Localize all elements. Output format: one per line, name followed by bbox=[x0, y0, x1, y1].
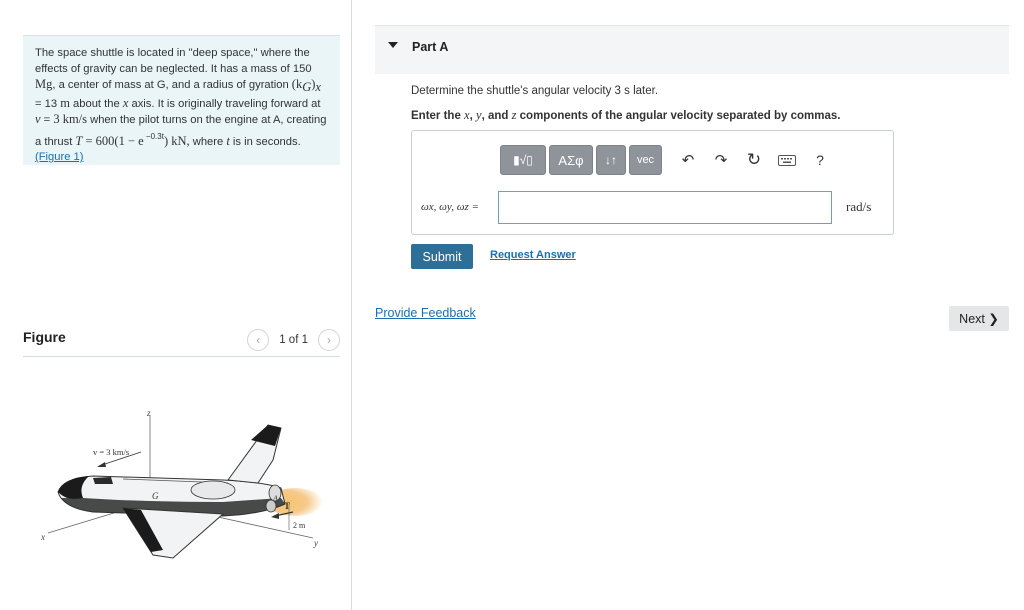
prev-figure-button[interactable]: ‹ bbox=[247, 329, 270, 351]
g-label: G bbox=[152, 491, 159, 501]
template-button[interactable]: ▮√▯ bbox=[500, 145, 546, 175]
reset-icon[interactable]: ↻ bbox=[739, 145, 769, 175]
part-a-header[interactable]: Part A bbox=[375, 25, 1009, 74]
redo-icon[interactable]: ↷ bbox=[706, 145, 736, 175]
question-text: Determine the shuttle's angular velocity… bbox=[411, 85, 659, 97]
figure-image: z x y v = 3 km/s G A T 2 m bbox=[23, 380, 340, 580]
chevron-left-icon: ‹ bbox=[256, 333, 261, 347]
a-label: A bbox=[272, 494, 278, 503]
figure-link[interactable]: (Figure 1) bbox=[35, 151, 84, 163]
answer-box: ▮√▯ ΑΣφ ↓↑ vec ↶ ↷ ↻ ? ωx, ωy, ωz = rad/… bbox=[411, 130, 894, 235]
y-axis-label: y bbox=[313, 538, 318, 548]
part-title: Part A bbox=[412, 40, 449, 54]
figure-nav: ‹ 1 of 1 › bbox=[247, 329, 340, 351]
figure-header: Figure ‹ 1 of 1 › bbox=[23, 325, 340, 357]
undo-icon[interactable]: ↶ bbox=[673, 145, 703, 175]
z-axis-label: z bbox=[146, 408, 151, 418]
help-icon[interactable]: ? bbox=[805, 145, 835, 175]
left-column: The space shuttle is located in "deep sp… bbox=[0, 0, 352, 610]
figure-count: 1 of 1 bbox=[279, 334, 308, 346]
subscript-superscript-button[interactable]: ↓↑ bbox=[596, 145, 626, 175]
keyboard-icon[interactable] bbox=[772, 145, 802, 175]
distance-label: 2 m bbox=[293, 521, 306, 530]
space-shuttle-diagram: z x y v = 3 km/s G A T 2 m bbox=[40, 408, 323, 559]
x-axis-label: x bbox=[40, 532, 45, 542]
next-figure-button[interactable]: › bbox=[318, 329, 340, 351]
chevron-right-icon: › bbox=[327, 333, 331, 347]
instruction-text: Enter the x, y, and z components of the … bbox=[411, 108, 841, 122]
submit-button[interactable]: Submit bbox=[411, 244, 473, 269]
request-answer-link[interactable]: Request Answer bbox=[490, 249, 576, 261]
provide-feedback-link[interactable]: Provide Feedback bbox=[375, 306, 476, 320]
answer-input[interactable] bbox=[498, 191, 832, 224]
unit-label: rad/s bbox=[846, 199, 872, 214]
figure-title: Figure bbox=[23, 329, 66, 345]
greek-symbols-button[interactable]: ΑΣφ bbox=[549, 145, 593, 175]
velocity-label: v = 3 km/s bbox=[93, 447, 129, 457]
math-toolbar: ▮√▯ ΑΣφ ↓↑ vec ↶ ↷ ↻ ? bbox=[500, 145, 835, 175]
vector-button[interactable]: vec bbox=[629, 145, 662, 175]
answer-label: ωx, ωy, ωz = bbox=[421, 201, 479, 213]
problem-statement: The space shuttle is located in "deep sp… bbox=[23, 35, 340, 165]
collapse-caret-icon[interactable] bbox=[388, 42, 398, 48]
next-button[interactable]: Next ❯ bbox=[949, 306, 1009, 331]
